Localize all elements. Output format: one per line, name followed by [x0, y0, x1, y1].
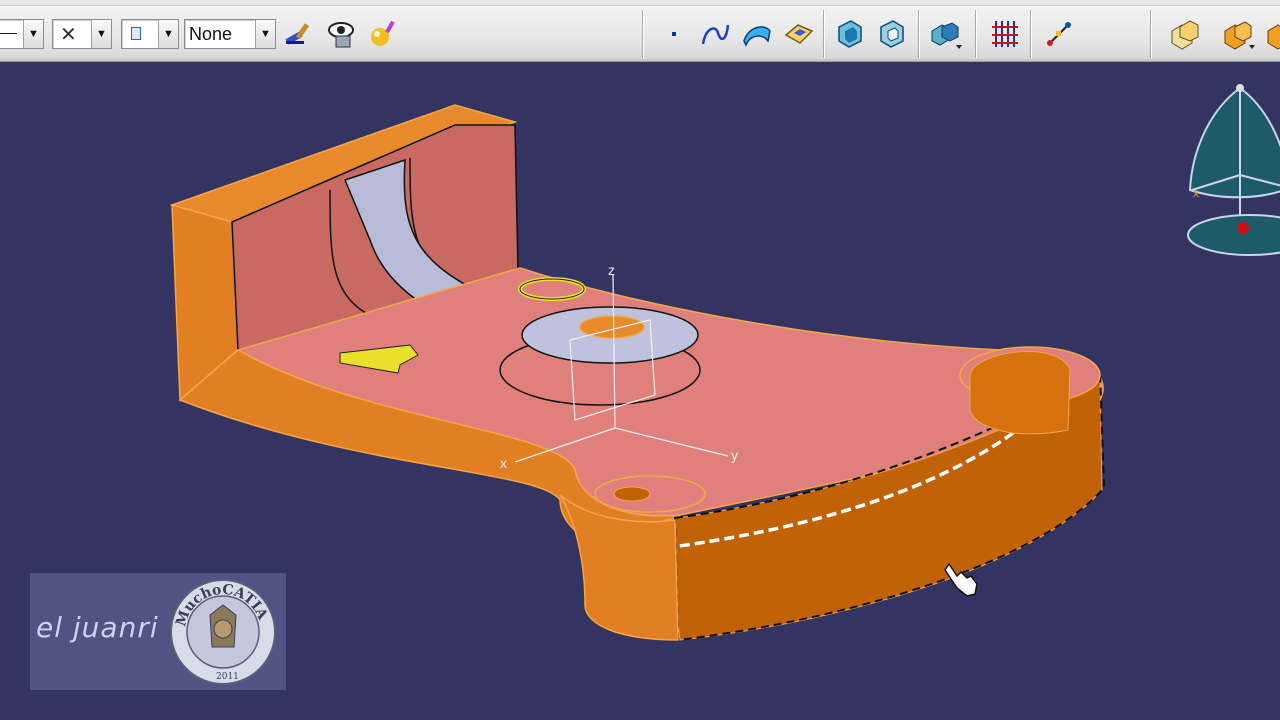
- measure-icon[interactable]: [1042, 17, 1076, 51]
- menu-strip: [0, 0, 1280, 6]
- layer-filter-combo[interactable]: None ▼: [184, 19, 276, 49]
- chevron-down-icon[interactable]: ▼: [255, 20, 275, 48]
- pocket-icon[interactable]: [875, 17, 909, 51]
- arm-end-bore: [969, 351, 1071, 435]
- logo-seal-icon: MuchoCATIA 2011: [170, 579, 276, 685]
- hide-show-icon[interactable]: [325, 17, 359, 51]
- toolbar-separator: [1150, 10, 1152, 58]
- toolbar-separator: [918, 10, 920, 58]
- boolean-icon[interactable]: [928, 17, 962, 51]
- painter-icon[interactable]: [282, 17, 316, 51]
- layer-icon: [131, 27, 141, 40]
- toolbar-separator: [642, 10, 644, 58]
- line-weight-combo[interactable]: ✕ ▼: [52, 19, 112, 49]
- channel-watermark: el juanri MuchoCATIA 2011: [30, 573, 286, 690]
- line-type-combo[interactable]: ▼: [0, 19, 44, 49]
- product-icon[interactable]: [1168, 17, 1202, 51]
- surface-icon[interactable]: [740, 17, 774, 51]
- logo-year: 2011: [216, 672, 239, 682]
- chevron-down-icon[interactable]: ▼: [23, 20, 43, 48]
- toolbar-separator: [975, 10, 977, 58]
- analysis-grid-icon[interactable]: [988, 17, 1022, 51]
- part-body-icon[interactable]: [1221, 17, 1255, 51]
- toolbar-separator: [1030, 10, 1032, 58]
- chevron-down-icon[interactable]: ▼: [158, 20, 178, 48]
- toolbar: ▼ ✕ ▼ ▼ None ▼: [0, 0, 1280, 62]
- layer-filter-value: None: [189, 24, 233, 44]
- foot-hole-inner: [613, 486, 651, 502]
- volume-icon[interactable]: [782, 17, 816, 51]
- properties-icon[interactable]: [366, 17, 400, 51]
- pad-icon[interactable]: [833, 17, 867, 51]
- chevron-down-icon[interactable]: ▼: [91, 20, 111, 48]
- axis-label-y: y: [731, 447, 738, 463]
- axis-label-z: z: [608, 262, 615, 278]
- point-icon[interactable]: [658, 17, 692, 51]
- layer-combo[interactable]: ▼: [121, 19, 179, 49]
- line-type-sample: [0, 33, 17, 34]
- toolbar-separator: [823, 10, 825, 58]
- compass-axis-label: x: [1193, 186, 1199, 200]
- close-icon: ✕: [60, 24, 77, 46]
- watermark-text: el juanri: [36, 611, 159, 644]
- compass: [1187, 84, 1280, 256]
- axis-label-x: x: [500, 455, 507, 471]
- workbench-icon[interactable]: [1264, 17, 1280, 51]
- curve-icon[interactable]: [698, 17, 732, 51]
